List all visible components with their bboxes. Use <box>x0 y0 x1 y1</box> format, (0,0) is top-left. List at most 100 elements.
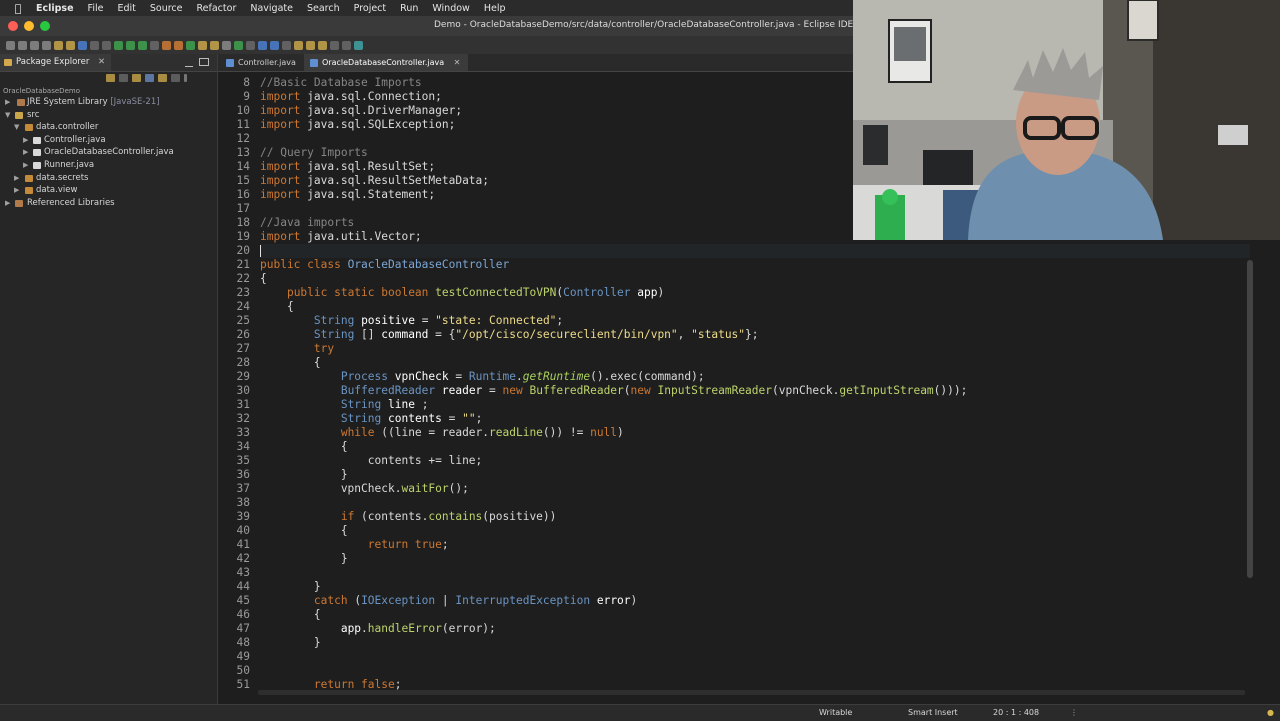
tree-node-controller-java[interactable]: ▶ Controller.java <box>0 134 217 147</box>
menu-project[interactable]: Project <box>354 3 387 14</box>
redo-icon[interactable] <box>66 40 75 50</box>
history-icon[interactable] <box>342 40 351 50</box>
link-with-editor-icon[interactable] <box>158 74 167 82</box>
view-menu-icon[interactable] <box>184 74 187 82</box>
tree-label: data.secrets <box>36 172 89 183</box>
status-insert-mode: Smart Insert <box>908 708 958 717</box>
pin-icon[interactable] <box>330 40 339 50</box>
zoom-window-button[interactable] <box>40 21 50 31</box>
chevron-right-icon[interactable]: ▶ <box>23 134 28 147</box>
close-icon[interactable]: ✕ <box>98 57 105 67</box>
close-window-button[interactable] <box>8 21 18 31</box>
run-icon[interactable] <box>114 40 123 50</box>
menu-edit[interactable]: Edit <box>117 3 135 14</box>
tree-node-referenced-libraries[interactable]: ▶ Referenced Libraries <box>0 197 217 210</box>
external-tools-icon[interactable] <box>150 40 159 50</box>
code-line: import java.sql.Connection; <box>260 90 442 103</box>
toggle-block-icon[interactable] <box>246 40 255 50</box>
close-icon[interactable]: ✕ <box>454 58 461 67</box>
tree-label: JRE System Library <box>27 97 108 107</box>
tree-node-oracle-controller-java[interactable]: ▶ OracleDatabaseController.java <box>0 146 217 159</box>
back-icon[interactable] <box>106 74 115 82</box>
new-java-project-icon[interactable] <box>162 40 171 50</box>
search-icon[interactable] <box>222 40 231 50</box>
status-bar: Writable Smart Insert 20 : 1 : 408 ⋮ ● <box>0 704 1280 721</box>
chevron-down-icon[interactable]: ▼ <box>5 109 10 122</box>
open-type-icon[interactable] <box>198 40 207 50</box>
chevron-right-icon[interactable]: ▶ <box>5 96 10 109</box>
last-edit-icon[interactable] <box>294 40 303 50</box>
chevron-right-icon[interactable]: ▶ <box>14 184 19 197</box>
maximize-view-icon[interactable] <box>199 58 209 66</box>
line-number: 43 <box>236 566 250 579</box>
prev-annotation-icon[interactable] <box>282 40 291 50</box>
chevron-right-icon[interactable]: ▶ <box>5 197 10 210</box>
annotation-icon[interactable] <box>258 40 267 50</box>
tree-node-jre[interactable]: ▶ JRE System Library [JavaSE-21] <box>0 96 217 109</box>
coverage-icon[interactable] <box>138 40 147 50</box>
perspective-icon[interactable] <box>354 40 363 50</box>
run-dropdown-icon[interactable] <box>126 40 135 50</box>
open-task-icon[interactable] <box>210 40 219 50</box>
minimize-view-icon[interactable] <box>185 58 193 67</box>
terminal-icon[interactable] <box>78 40 87 50</box>
collapse-all-icon[interactable] <box>145 74 154 82</box>
horizontal-scrollbar[interactable] <box>258 690 1245 695</box>
tree-node-data-controller[interactable]: ▼ data.controller <box>0 121 217 134</box>
back-icon[interactable] <box>306 40 315 50</box>
tree-node-runner-java[interactable]: ▶ Runner.java <box>0 159 217 172</box>
forward-icon[interactable] <box>318 40 327 50</box>
tab-oracle-database-controller-java[interactable]: OracleDatabaseController.java ✕ <box>304 54 469 71</box>
code-line: //Basic Database Imports <box>260 76 422 89</box>
menu-navigate[interactable]: Navigate <box>250 3 293 14</box>
status-menu-icon[interactable]: ⋮ <box>1070 708 1078 717</box>
line-number: 51 <box>236 678 250 691</box>
line-number: 49 <box>236 650 250 663</box>
next-annotation-icon[interactable] <box>270 40 279 50</box>
chevron-down-icon[interactable]: ▼ <box>14 121 19 134</box>
app-menu[interactable]: Eclipse <box>36 3 74 14</box>
apple-icon[interactable]:  <box>0 2 36 15</box>
tab-package-explorer[interactable]: Package Explorer ✕ <box>0 54 112 71</box>
package-icon <box>25 187 33 195</box>
tree-node-data-secrets[interactable]: ▶ data.secrets <box>0 172 217 185</box>
save-all-icon[interactable] <box>30 40 39 50</box>
vertical-scrollbar[interactable] <box>1247 260 1253 578</box>
tree-node-data-view[interactable]: ▶ data.view <box>0 184 217 197</box>
new-icon[interactable] <box>6 40 15 50</box>
menu-help[interactable]: Help <box>484 3 506 14</box>
up-icon[interactable] <box>132 74 141 82</box>
tree-label: data.controller <box>36 122 99 133</box>
line-number: 37 <box>236 482 250 495</box>
undo-icon[interactable] <box>54 40 63 50</box>
menu-run[interactable]: Run <box>400 3 418 14</box>
line-number: 38 <box>236 496 250 509</box>
line-number: 34 <box>236 440 250 453</box>
line-number: 28 <box>236 356 250 369</box>
tree-node-src[interactable]: ▼ src <box>0 109 217 122</box>
toggle-mark-icon[interactable] <box>234 40 243 50</box>
code-line: { <box>260 440 348 453</box>
menu-file[interactable]: File <box>88 3 104 14</box>
menu-search[interactable]: Search <box>307 3 340 14</box>
menu-source[interactable]: Source <box>150 3 183 14</box>
print-icon[interactable] <box>42 40 51 50</box>
line-number: 25 <box>236 314 250 327</box>
project-name[interactable]: OracleDatabaseDemo <box>3 87 80 95</box>
filter-icon[interactable] <box>171 74 180 82</box>
new-class-icon[interactable] <box>186 40 195 50</box>
chevron-right-icon[interactable]: ▶ <box>23 159 28 172</box>
menu-window[interactable]: Window <box>432 3 469 14</box>
code-line: catch (IOException | InterruptedExceptio… <box>313 594 638 607</box>
minimize-window-button[interactable] <box>24 21 34 31</box>
debug-icon[interactable] <box>102 40 111 50</box>
forward-icon[interactable] <box>119 74 128 82</box>
new-package-icon[interactable] <box>174 40 183 50</box>
menu-refactor[interactable]: Refactor <box>197 3 237 14</box>
chevron-right-icon[interactable]: ▶ <box>23 146 28 159</box>
line-number: 20 <box>236 244 250 257</box>
save-icon[interactable] <box>18 40 27 50</box>
skip-breakpoints-icon[interactable] <box>90 40 99 50</box>
chevron-right-icon[interactable]: ▶ <box>14 172 19 185</box>
tip-bulb-icon[interactable]: ● <box>1267 708 1274 717</box>
